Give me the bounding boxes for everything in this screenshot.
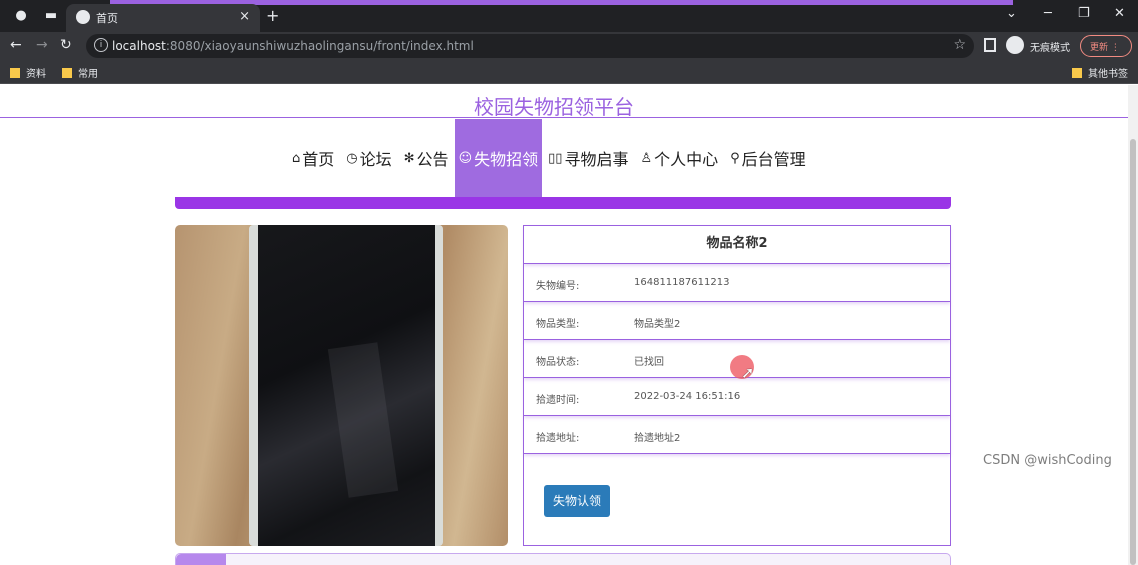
nav-lost-and-found[interactable]: ☺ 失物招领 bbox=[454, 119, 543, 197]
site-info-icon[interactable]: i bbox=[94, 38, 108, 52]
globe-tab-icon[interactable]: ● bbox=[12, 8, 30, 24]
field-label: 拾遗时间: bbox=[536, 395, 580, 406]
url-host: localhost bbox=[112, 39, 166, 53]
update-button[interactable]: 更新 ⋮ bbox=[1080, 35, 1132, 57]
tab-search-chevron-icon[interactable]: ⌄ bbox=[1006, 6, 1017, 21]
page-viewport: 校园失物招领平台 ⌂ 首页 ◷ 论坛 ✻ 公告 ☺ 失物招领 ▯▯ 寻物启事 ♙ 个人中心 … bbox=[0, 85, 1138, 565]
detail-row-type: 物品类型: 物品类型2 bbox=[524, 302, 950, 340]
nav-label: 首页 bbox=[302, 150, 335, 169]
clock-icon: ◷ bbox=[346, 150, 358, 166]
reload-icon[interactable]: ↻ bbox=[60, 37, 72, 53]
restore-icon[interactable]: ❐ bbox=[1078, 6, 1090, 21]
item-name: 物品名称2 bbox=[524, 226, 950, 264]
field-label: 拾遗地址: bbox=[536, 433, 580, 444]
field-label: 物品状态: bbox=[536, 357, 580, 368]
minimize-icon[interactable]: ─ bbox=[1044, 6, 1052, 21]
detail-row-time: 拾遗时间: 2022-03-24 16:51:16 bbox=[524, 378, 950, 416]
new-tab-button[interactable]: + bbox=[266, 6, 279, 25]
bookmark-folder[interactable]: 资料 bbox=[10, 65, 46, 80]
window-tab-icon[interactable]: ▬ bbox=[42, 8, 60, 24]
detail-row-address: 拾遗地址: 拾遗地址2 bbox=[524, 416, 950, 454]
bookmark-star-icon[interactable]: ☆ bbox=[953, 37, 966, 53]
face-icon: ☺ bbox=[458, 150, 473, 166]
nav-label: 失物招领 bbox=[474, 150, 539, 169]
nav-forum[interactable]: ◷ 论坛 bbox=[340, 119, 397, 197]
nav-label: 后台管理 bbox=[741, 150, 806, 169]
nav-home[interactable]: ⌂ 首页 bbox=[286, 119, 340, 197]
item-detail-card: 物品名称2 失物编号: 164811187611213 物品类型: 物品类型2 物品… bbox=[523, 225, 951, 546]
nav-label: 公告 bbox=[416, 150, 449, 169]
folder-icon bbox=[62, 68, 72, 78]
site-title: 校园失物招领平台 bbox=[474, 95, 634, 119]
close-window-icon[interactable]: ✕ bbox=[1114, 6, 1125, 21]
url-path: :8080/xiaoyaunshiwuzhaolingansu/front/in… bbox=[165, 39, 474, 53]
nav-lost-notices[interactable]: ▯▯ 寻物启事 bbox=[542, 119, 634, 197]
main-nav: ⌂ 首页 ◷ 论坛 ✻ 公告 ☺ 失物招领 ▯▯ 寻物启事 ♙ 个人中心 ⚲ 后台管理 bbox=[286, 119, 812, 197]
field-value: 已找回 bbox=[634, 357, 664, 368]
home-icon: ⌂ bbox=[292, 150, 301, 166]
tab-close-icon[interactable]: × bbox=[239, 9, 250, 24]
asterisk-icon: ✻ bbox=[403, 150, 415, 166]
bookmark-folder[interactable]: 常用 bbox=[62, 65, 98, 80]
incognito-label: 无痕模式 bbox=[1030, 43, 1070, 54]
tab-title: 首页 bbox=[96, 12, 118, 25]
nav-label: 个人中心 bbox=[654, 150, 719, 169]
mouse-cursor-icon: ➚ bbox=[741, 363, 755, 382]
scrollbar-thumb[interactable] bbox=[1130, 139, 1136, 565]
phone-image bbox=[249, 225, 443, 546]
bookmark-label: 常用 bbox=[78, 69, 98, 80]
claim-button[interactable]: 失物认领 bbox=[544, 485, 610, 517]
phone-screen bbox=[258, 225, 435, 546]
nav-announcements[interactable]: ✻ 公告 bbox=[398, 119, 455, 197]
forward-icon[interactable]: → bbox=[36, 37, 48, 53]
nav-profile[interactable]: ♙ 个人中心 bbox=[634, 119, 724, 197]
next-section-panel bbox=[175, 553, 951, 565]
nav-label: 寻物启事 bbox=[564, 150, 629, 169]
bookmark-label: 资料 bbox=[26, 69, 46, 80]
field-value: 164811187611213 bbox=[634, 277, 730, 288]
page-scrollbar[interactable] bbox=[1128, 85, 1138, 565]
browser-toolbar: ← → ↻ i localhost:8080/xiaoyaunshiwuzhao… bbox=[0, 32, 1138, 60]
globe-icon bbox=[76, 10, 90, 24]
bookmarks-bar: 资料 常用 其他书签 bbox=[0, 60, 1138, 84]
url-text: localhost:8080/xiaoyaunshiwuzhaolingansu… bbox=[112, 39, 474, 53]
item-photo bbox=[175, 225, 508, 546]
back-icon[interactable]: ← bbox=[10, 37, 22, 53]
field-label: 失物编号: bbox=[536, 281, 580, 292]
user-icon: ♙ bbox=[640, 150, 653, 166]
nav-label: 论坛 bbox=[359, 150, 392, 169]
section-tab bbox=[176, 554, 226, 565]
decorative-band bbox=[175, 197, 951, 209]
active-tab[interactable]: 首页 × bbox=[66, 4, 260, 32]
watermark: CSDN @wishCoding bbox=[983, 453, 1112, 468]
bookmark-label: 其他书签 bbox=[1088, 69, 1128, 80]
nav-admin[interactable]: ⚲ 后台管理 bbox=[724, 119, 812, 197]
screen-glare bbox=[327, 342, 399, 498]
sidebar-icon[interactable] bbox=[984, 38, 996, 52]
folder-icon bbox=[1072, 68, 1082, 78]
detail-row-id: 失物编号: 164811187611213 bbox=[524, 264, 950, 302]
book-icon: ▯▯ bbox=[548, 150, 563, 166]
field-label: 物品类型: bbox=[536, 319, 580, 330]
field-value: 拾遗地址2 bbox=[634, 433, 681, 444]
other-bookmarks-folder[interactable]: 其他书签 bbox=[1072, 65, 1128, 80]
link-icon: ⚲ bbox=[730, 150, 740, 166]
folder-icon bbox=[10, 68, 20, 78]
title-divider bbox=[0, 117, 1128, 118]
field-value: 2022-03-24 16:51:16 bbox=[634, 391, 741, 402]
field-value: 物品类型2 bbox=[634, 319, 681, 330]
browser-tab-strip: ● ▬ 首页 × + ⌄ ─ ❐ ✕ bbox=[0, 0, 1138, 32]
incognito-icon[interactable] bbox=[1006, 36, 1024, 54]
address-bar[interactable]: i localhost:8080/xiaoyaunshiwuzhaolingan… bbox=[86, 34, 974, 58]
